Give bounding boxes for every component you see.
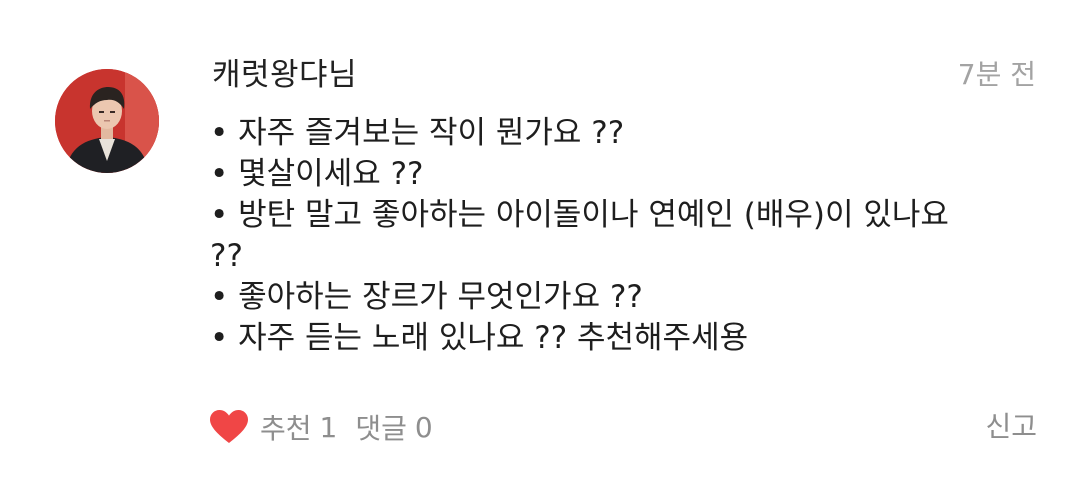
comment-footer: 추천 1 댓글 0 <box>210 405 451 449</box>
timestamp: 7분 전 <box>957 58 1036 91</box>
avatar[interactable] <box>55 69 159 173</box>
comment-line: • 몇살이세요 ?? <box>210 156 424 192</box>
reply-count: 0 <box>414 410 433 444</box>
author-name[interactable]: 캐럿왕댜님 <box>212 53 357 97</box>
like-count: 1 <box>319 410 338 444</box>
avatar-image <box>55 69 159 173</box>
reply-label[interactable]: 댓글 <box>355 407 407 447</box>
comment-line: • 자주 듣는 노래 있나요 ?? 추천해주세용 <box>210 320 749 356</box>
comment-line: • 자주 즐겨보는 작이 뭔가요 ?? <box>210 115 625 151</box>
comment-line: • 좋아하는 장르가 무엇인가요 ?? <box>210 279 643 315</box>
comment-body: • 자주 즐겨보는 작이 뭔가요 ?? • 몇살이세요 ?? • 방탄 말고 좋… <box>210 113 1040 359</box>
comment-line: • 방탄 말고 좋아하는 아이돌이나 연예인 (배우)이 있나요 <box>210 197 949 233</box>
like-label[interactable]: 추천 <box>260 407 312 447</box>
report-button[interactable]: 신고 <box>985 405 1037 449</box>
heart-icon[interactable] <box>210 410 248 444</box>
comment-card: 캐럿왕댜님 7분 전 • 자주 즐겨보는 작이 뭔가요 ?? • 몇살이세요 ?… <box>0 0 1080 482</box>
comment-line: ?? <box>210 238 243 274</box>
